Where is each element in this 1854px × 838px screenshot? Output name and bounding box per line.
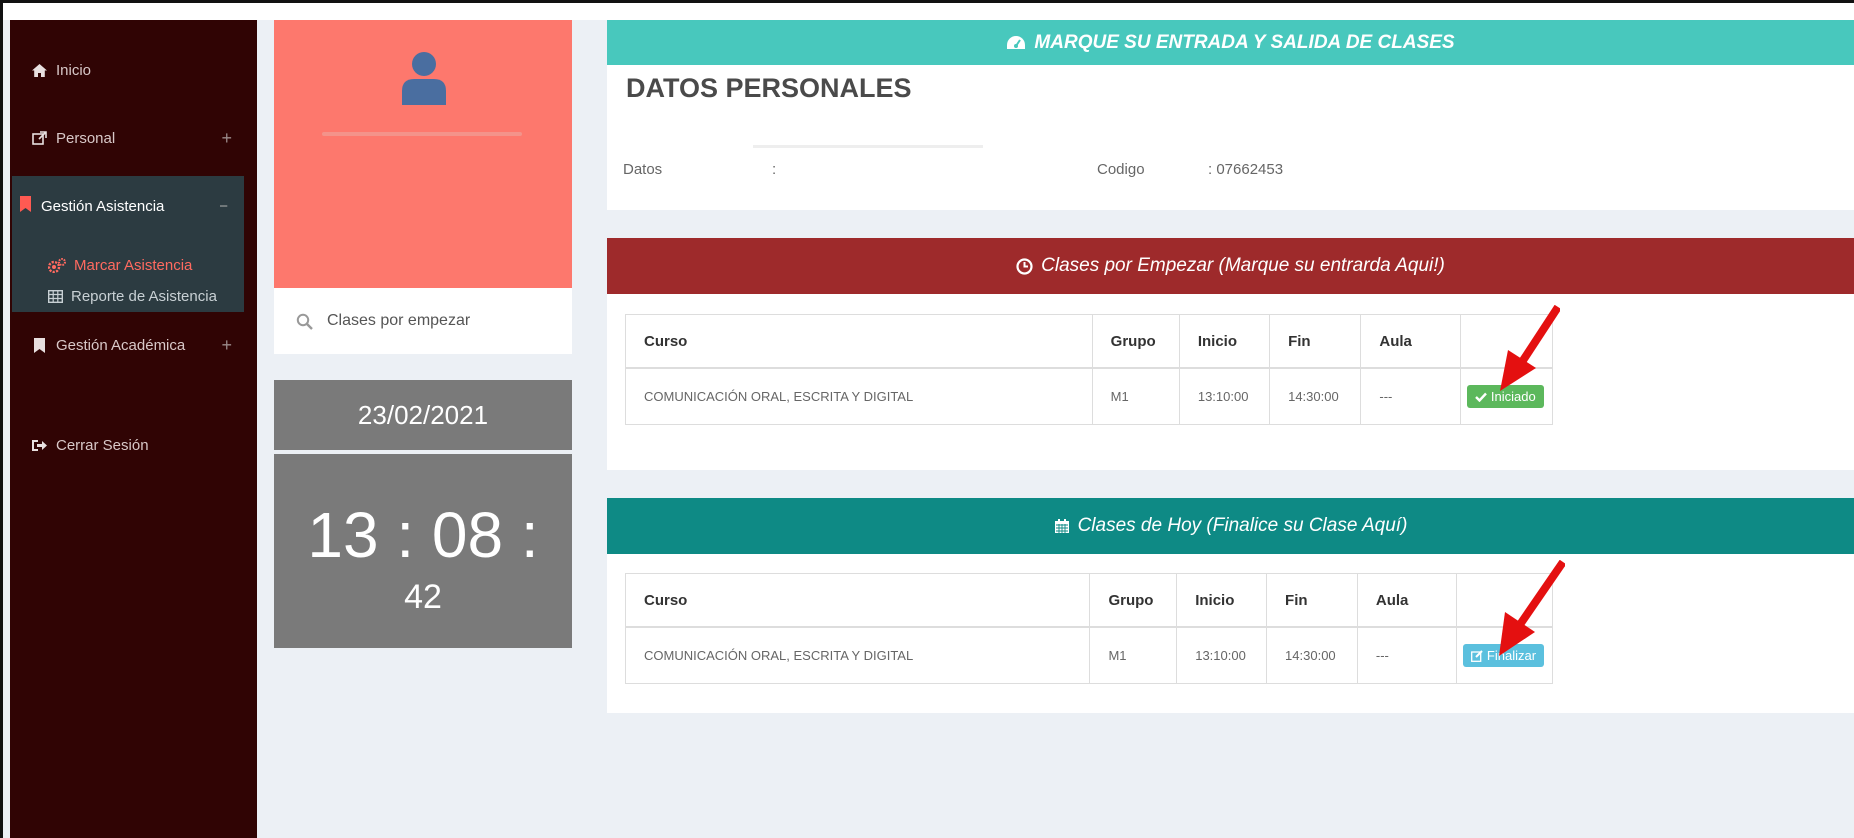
screenshot-frame [0, 0, 1854, 838]
